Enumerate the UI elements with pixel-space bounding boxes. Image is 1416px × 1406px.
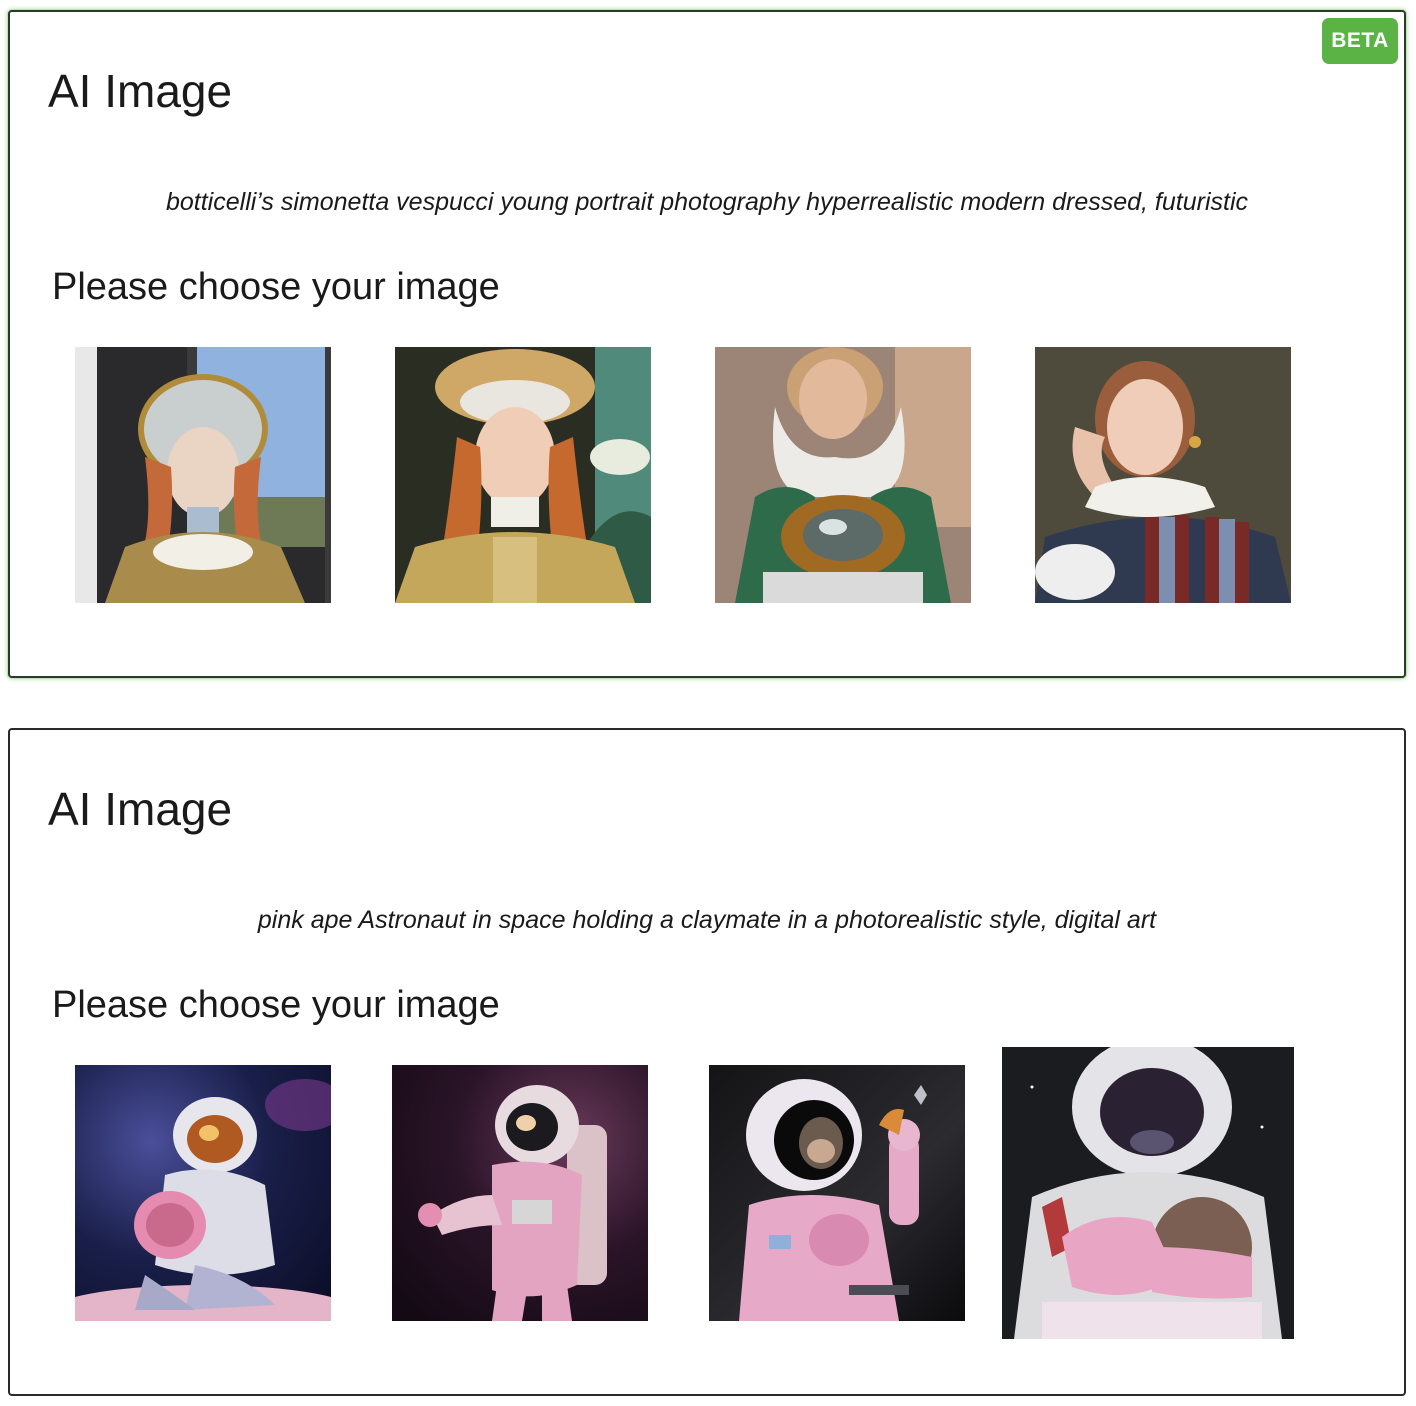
portrait-image — [75, 347, 331, 603]
image-option-4[interactable] — [1035, 347, 1291, 603]
choose-image-heading: Please choose your image — [52, 266, 500, 308]
prompt-text: botticelli’s simonetta vespucci young po… — [165, 188, 1249, 216]
astronaut-image — [75, 1065, 331, 1321]
astronaut-image — [392, 1065, 648, 1321]
portrait-image — [715, 347, 971, 603]
prompt-text: pink ape Astronaut in space holding a cl… — [257, 906, 1157, 934]
choose-image-heading: Please choose your image — [52, 984, 500, 1026]
ai-image-card: AI Image pink ape Astronaut in space hol… — [8, 728, 1406, 1396]
image-option-1[interactable] — [75, 1065, 331, 1321]
image-option-2[interactable] — [392, 1065, 648, 1321]
card-title: AI Image — [48, 783, 233, 835]
card-title: AI Image — [48, 65, 233, 117]
portrait-image — [395, 347, 651, 603]
portrait-image — [1035, 347, 1291, 603]
astronaut-image — [1002, 1047, 1294, 1339]
image-option-2[interactable] — [395, 347, 651, 603]
ai-image-card: BETA AI Image botticelli’s simonetta ves… — [8, 10, 1406, 678]
image-option-3[interactable] — [709, 1065, 965, 1321]
image-option-1[interactable] — [75, 347, 331, 603]
astronaut-image — [709, 1065, 965, 1321]
image-option-3[interactable] — [715, 347, 971, 603]
beta-badge: BETA — [1322, 18, 1398, 64]
image-option-4[interactable] — [1002, 1047, 1294, 1339]
